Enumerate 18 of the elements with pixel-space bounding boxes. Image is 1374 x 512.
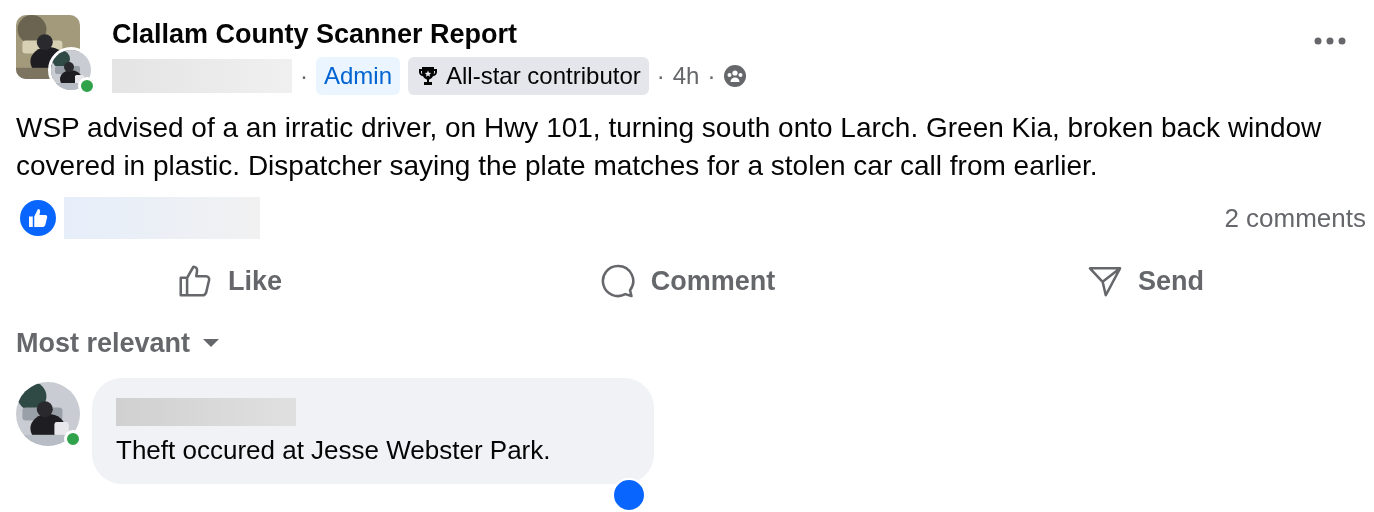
post-text: WSP advised of a an irratic driver, on Hwy 101, turning south onto Larch. Green Kia, broken back window covered in plastic. Dispatcher saying the plate matches for a stolen car call from earlier.: [16, 111, 1323, 183]
separator-dot: ·: [707, 61, 716, 91]
group-name[interactable]: Clallam County Scanner Report: [112, 15, 748, 53]
like-reaction-icon: [20, 200, 56, 236]
badge-label: All-star contributor: [446, 61, 641, 91]
comments-count[interactable]: 2 comments: [1224, 198, 1366, 238]
sort-dropdown[interactable]: Most relevant: [16, 323, 221, 364]
separator-dot: ·: [656, 61, 665, 91]
admin-badge: Admin: [316, 57, 401, 95]
separator-dot: ·: [300, 61, 308, 91]
group-audience-icon: [723, 64, 748, 88]
more-icon: [1314, 37, 1346, 45]
action-button[interactable]: Send: [916, 257, 1374, 305]
comment-text: Theft occured at Jesse Webster Park.: [116, 433, 552, 467]
caret-icon: [202, 338, 221, 349]
post-time[interactable]: 4h: [672, 58, 700, 94]
action-button[interactable]: Like: [0, 257, 458, 305]
action-button[interactable]: Comment: [458, 257, 916, 305]
